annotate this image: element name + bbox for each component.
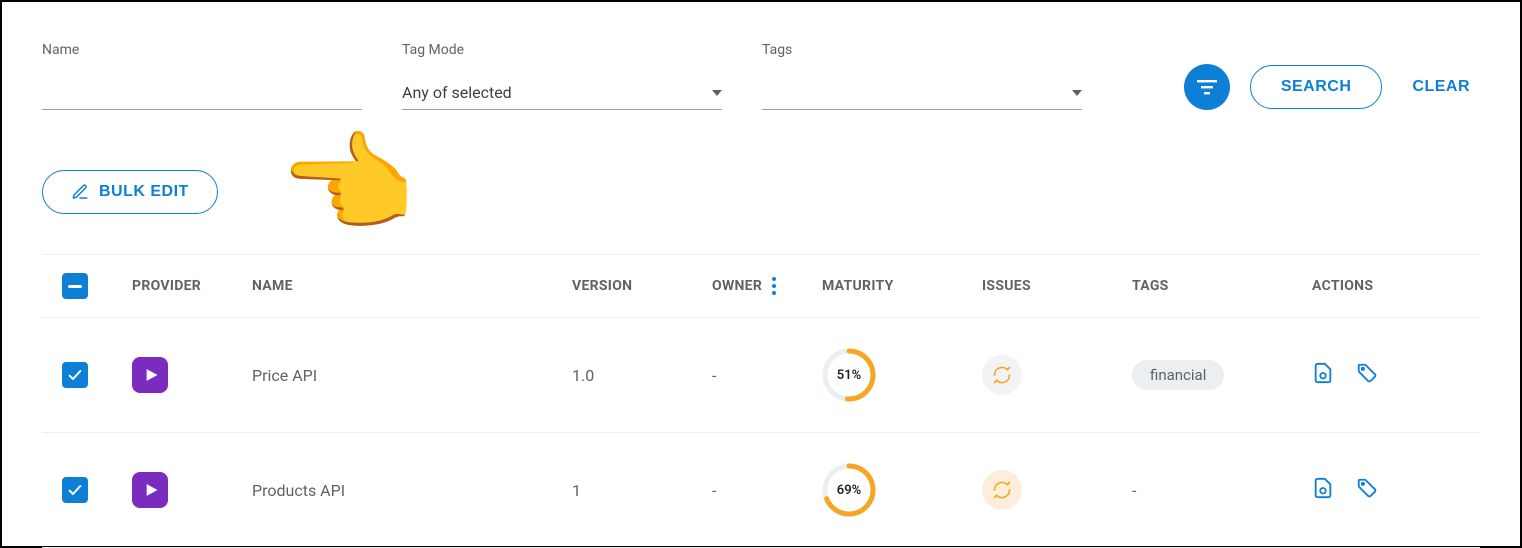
provider-logo (132, 357, 168, 393)
maturity-value: 69% (837, 483, 861, 498)
tag-mode-select[interactable]: Any of selected (402, 76, 722, 110)
bulk-edit-label: BULK EDIT (99, 183, 189, 201)
column-options-icon[interactable] (772, 277, 776, 295)
tag-pill: financial (1132, 360, 1224, 390)
row-version: 1.0 (572, 366, 712, 385)
table-body: Price API1.0-51%financialProducts API1-6… (42, 318, 1480, 548)
bulk-edit-button[interactable]: BULK EDIT (42, 170, 218, 214)
pencil-icon (71, 183, 89, 201)
table-row: Products API1-69%- (42, 433, 1480, 548)
tag-icon[interactable] (1356, 362, 1378, 388)
name-filter-field: Name (42, 42, 362, 110)
chevron-down-icon (1072, 90, 1082, 96)
issues-sync-icon[interactable] (982, 355, 1022, 395)
th-owner: OWNER (712, 277, 822, 295)
tag-mode-value: Any of selected (402, 83, 512, 102)
clear-button[interactable]: CLEAR (1402, 66, 1480, 108)
th-actions: ACTIONS (1312, 278, 1480, 294)
tag-icon[interactable] (1356, 477, 1378, 503)
tag-mode-label: Tag Mode (402, 42, 722, 58)
view-details-icon[interactable] (1312, 362, 1334, 388)
name-filter-input[interactable] (42, 76, 362, 110)
row-name: Price API (252, 366, 572, 385)
search-button[interactable]: SEARCH (1250, 65, 1383, 109)
th-provider: PROVIDER (132, 278, 252, 294)
row-tags: financial (1132, 360, 1312, 390)
th-issues: ISSUES (982, 278, 1132, 294)
th-owner-label: OWNER (712, 278, 762, 294)
tags-filter-label: Tags (762, 42, 1082, 58)
bulk-row: BULK EDIT 👉 (42, 170, 1480, 214)
filter-bar: Name Tag Mode Any of selected Tags SEARC… (42, 42, 1480, 110)
row-actions (1312, 362, 1480, 388)
maturity-value: 51% (837, 368, 861, 383)
view-details-icon[interactable] (1312, 477, 1334, 503)
advanced-filter-button[interactable] (1184, 64, 1230, 110)
maturity-ring: 51% (822, 348, 876, 402)
filter-icon (1197, 79, 1217, 95)
filter-actions: SEARCH CLEAR (1184, 64, 1480, 110)
table-header: PROVIDER NAME VERSION OWNER MATURITY ISS… (42, 254, 1480, 318)
name-filter-label: Name (42, 42, 362, 58)
tags-filter-field: Tags (762, 42, 1082, 110)
row-owner: - (712, 366, 822, 385)
row-actions (1312, 477, 1480, 503)
row-version: 1 (572, 481, 712, 500)
issues-sync-icon[interactable] (982, 470, 1022, 510)
th-name: NAME (252, 278, 572, 294)
row-checkbox[interactable] (62, 362, 88, 388)
tags-filter-select[interactable] (762, 76, 1082, 110)
chevron-down-icon (712, 90, 722, 96)
api-table: PROVIDER NAME VERSION OWNER MATURITY ISS… (42, 254, 1480, 548)
row-owner: - (712, 481, 822, 500)
th-tags: TAGS (1132, 278, 1312, 294)
maturity-ring: 69% (822, 463, 876, 517)
provider-logo (132, 472, 168, 508)
pointing-hand-icon: 👉 (282, 130, 419, 240)
select-all-checkbox[interactable] (62, 273, 88, 299)
row-checkbox[interactable] (62, 477, 88, 503)
row-name: Products API (252, 481, 572, 500)
tag-mode-field: Tag Mode Any of selected (402, 42, 722, 110)
row-tags: - (1132, 481, 1312, 500)
table-row: Price API1.0-51% financial (42, 318, 1480, 433)
th-maturity: MATURITY (822, 278, 982, 294)
th-version: VERSION (572, 278, 712, 294)
